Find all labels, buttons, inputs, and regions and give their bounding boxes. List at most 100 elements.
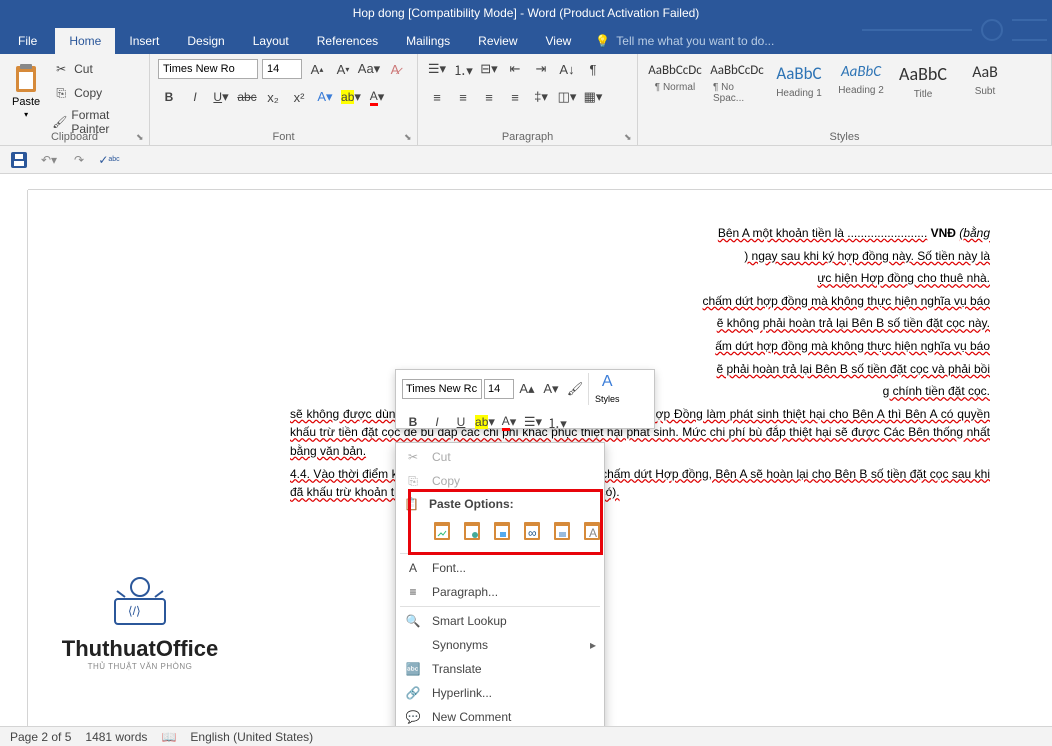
cm-new-comment[interactable]: 💬New Comment [396,705,604,726]
cm-translate[interactable]: 🔤Translate [396,657,604,681]
tab-review[interactable]: Review [464,28,531,54]
cut-button[interactable]: ✂Cut [48,58,141,80]
bullets-button[interactable]: ☰▾ [426,58,448,80]
tab-mailings[interactable]: Mailings [392,28,464,54]
mini-bold[interactable]: B [402,411,424,433]
shading-button[interactable]: ◫▾ [556,86,578,108]
watermark: ⟨/⟩ ThuthuatOffice THỦ THUẬT VĂN PHÒNG [50,569,230,671]
grow-font-button[interactable]: A▴ [306,58,328,80]
mini-numbering[interactable]: ⒈▾ [546,411,568,433]
clipboard-icon: 📋 [404,497,419,511]
strikethrough-button[interactable]: abc [236,86,258,108]
mini-font-size[interactable] [484,379,514,399]
watermark-logo-icon: ⟨/⟩ [100,569,180,629]
group-clipboard: Paste ▾ ✂Cut ⎘Copy 🖌Format Painter Clipb… [0,54,150,145]
page-status[interactable]: Page 2 of 5 [10,730,71,744]
paragraph-launcher[interactable]: ⬊ [624,132,634,142]
text-effects-button[interactable]: A▾ [314,86,336,108]
chevron-down-icon: ▾ [24,110,28,119]
cm-synonyms[interactable]: Synonyms▸ [396,633,604,657]
align-left-button[interactable]: ≡ [426,86,448,108]
paste-text-only[interactable]: A [580,517,604,543]
mini-format-painter[interactable]: 🖌 [564,378,586,400]
mini-styles-button[interactable]: Styles [595,394,620,404]
proofing-icon[interactable]: 📖 [161,730,176,744]
tab-insert[interactable]: Insert [115,28,173,54]
align-center-button[interactable]: ≡ [452,86,474,108]
svg-text:∞: ∞ [528,526,537,540]
align-right-button[interactable]: ≡ [478,86,500,108]
show-marks-button[interactable]: ¶ [582,58,604,80]
underline-button[interactable]: U▾ [210,86,232,108]
context-menu: ✂Cut ⎘Copy 📋Paste Options: ∞ A AFont... … [395,442,605,726]
shrink-font-button[interactable]: A▾ [332,58,354,80]
sort-button[interactable]: A↓ [556,58,578,80]
cm-font[interactable]: AFont... [396,556,604,580]
spellcheck-button[interactable]: ✓abc [98,149,120,171]
clipboard-icon [12,62,40,94]
lightbulb-icon: 💡 [595,34,610,48]
group-styles: AaBbCcDc¶ Normal AaBbCcDc¶ No Spac... Aa… [638,54,1052,145]
svg-text:⟨/⟩: ⟨/⟩ [128,604,141,618]
cm-cut: ✂Cut [396,445,604,469]
tab-design[interactable]: Design [173,28,238,54]
mini-font-name[interactable] [402,379,482,399]
superscript-button[interactable]: x² [288,86,310,108]
tab-layout[interactable]: Layout [239,28,303,54]
clear-formatting-button[interactable]: A̷ [384,58,406,80]
tab-view[interactable]: View [532,28,586,54]
tab-home[interactable]: Home [55,28,115,54]
mini-shrink-font[interactable]: A▾ [540,378,562,400]
borders-button[interactable]: ▦▾ [582,86,604,108]
increase-indent-button[interactable]: ⇥ [530,58,552,80]
tab-file[interactable]: File [0,28,55,54]
save-button[interactable] [8,149,30,171]
tell-me-search[interactable]: 💡Tell me what you want to do... [585,28,784,54]
mini-font-color[interactable]: A▾ [498,411,520,433]
status-bar: Page 2 of 5 1481 words 📖 English (United… [0,726,1052,746]
ribbon: Paste ▾ ✂Cut ⎘Copy 🖌Format Painter Clipb… [0,54,1052,146]
italic-button[interactable]: I [184,86,206,108]
chevron-right-icon: ▸ [590,638,596,652]
undo-button[interactable]: ↶▾ [38,149,60,171]
multilevel-button[interactable]: ⊟▾ [478,58,500,80]
quick-access-toolbar: ↶▾ ↷ ✓abc [0,146,1052,174]
font-launcher[interactable]: ⬊ [404,132,414,142]
clipboard-launcher[interactable]: ⬊ [136,132,146,142]
font-name-input[interactable] [158,59,258,79]
comment-icon: 💬 [404,710,422,724]
paste-merge[interactable] [460,517,484,543]
word-count[interactable]: 1481 words [85,730,147,744]
paste-link[interactable]: ∞ [520,517,544,543]
cm-smart-lookup[interactable]: 🔍Smart Lookup [396,609,604,633]
mini-grow-font[interactable]: A▴ [516,378,538,400]
bold-button[interactable]: B [158,86,180,108]
change-case-button[interactable]: Aa▾ [358,58,380,80]
line-spacing-button[interactable]: ‡▾ [530,86,552,108]
redo-button[interactable]: ↷ [68,149,90,171]
translate-icon: 🔤 [404,662,422,676]
mini-italic[interactable]: I [426,411,448,433]
cm-hyperlink[interactable]: 🔗Hyperlink... [396,681,604,705]
copy-button[interactable]: ⎘Copy [48,82,141,104]
font-size-input[interactable] [262,59,302,79]
mini-highlight[interactable]: ab▾ [474,411,496,433]
justify-button[interactable]: ≡ [504,86,526,108]
mini-underline[interactable]: U [450,411,472,433]
highlight-button[interactable]: ab▾ [340,86,362,108]
decrease-indent-button[interactable]: ⇤ [504,58,526,80]
paste-keep-source[interactable] [430,517,454,543]
document-page[interactable]: Bên A một khoản tiền là ................… [280,184,1000,546]
cm-paragraph[interactable]: ≡Paragraph... [396,580,604,604]
vertical-ruler[interactable] [10,190,28,726]
mini-bullets[interactable]: ☰▾ [522,411,544,433]
paste-keep-text[interactable] [550,517,574,543]
subscript-button[interactable]: x₂ [262,86,284,108]
search-icon: 🔍 [404,614,422,628]
tab-references[interactable]: References [303,28,392,54]
font-color-button[interactable]: A▾ [366,86,388,108]
scissors-icon: ✂ [52,60,70,78]
numbering-button[interactable]: ⒈▾ [452,58,474,80]
paste-picture[interactable] [490,517,514,543]
language-status[interactable]: English (United States) [190,730,313,744]
